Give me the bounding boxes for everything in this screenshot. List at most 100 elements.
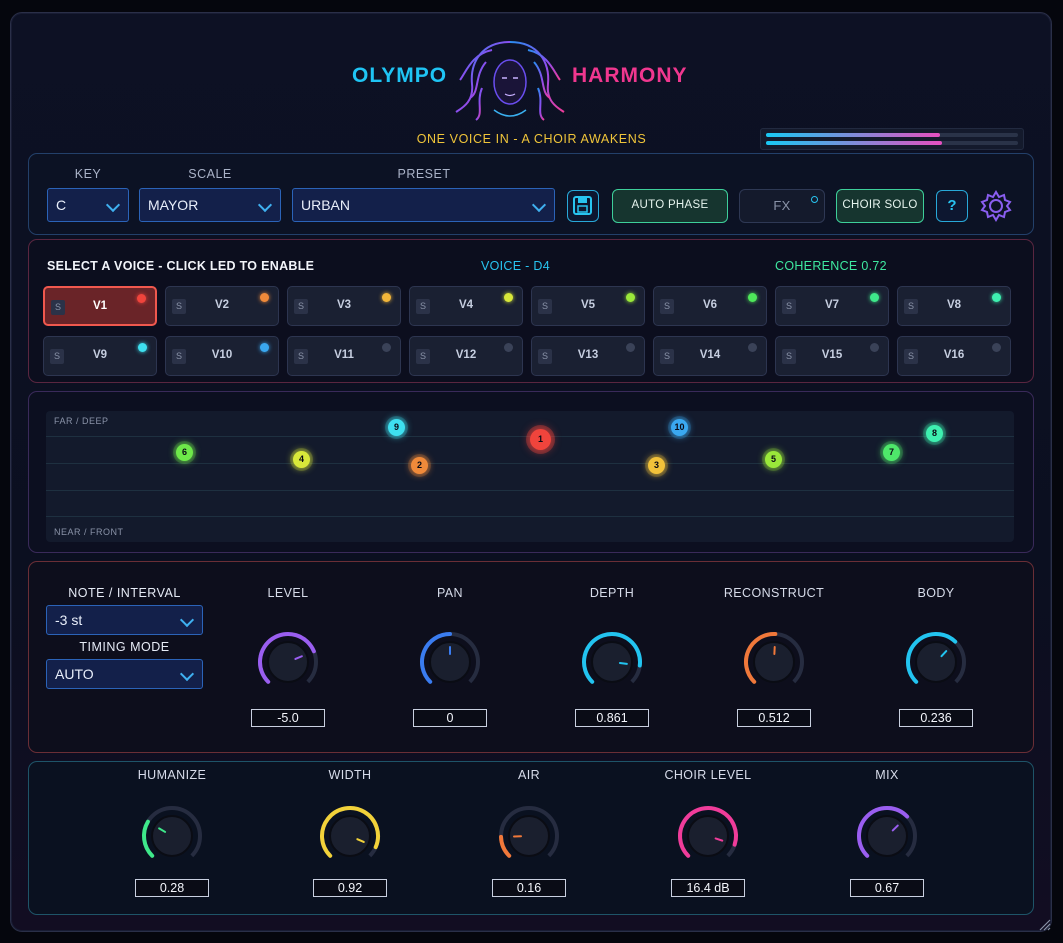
voice-button-v11[interactable]: S V11 (287, 336, 401, 376)
voice-enable-led[interactable] (504, 293, 513, 302)
reconstruct-knob[interactable] (742, 630, 806, 694)
knob-label: HUMANIZE (137, 768, 207, 782)
timing-mode-label: TIMING MODE (79, 640, 170, 654)
knob-value-field[interactable]: 16.4 dB (671, 879, 745, 897)
voice-enable-led[interactable] (626, 343, 635, 352)
width-knob[interactable] (318, 804, 382, 868)
voice-position-dot[interactable]: 8 (926, 425, 943, 442)
fx-led[interactable] (811, 196, 818, 203)
voice-position-dot[interactable]: 5 (765, 451, 782, 468)
choir-level-knob[interactable] (676, 804, 740, 868)
voice-enable-led[interactable] (870, 293, 879, 302)
note-interval-label: NOTE / INTERVAL (68, 586, 181, 600)
resize-handle-icon[interactable] (1038, 918, 1052, 932)
knob-label: PAN (437, 586, 463, 600)
voice-position-dot[interactable]: 3 (648, 457, 665, 474)
air-knob[interactable] (497, 804, 561, 868)
voice-stage[interactable]: FAR / DEEP NEAR / FRONT 1 2 3 4 5 6 7 8 9 10 (46, 411, 1014, 542)
knob-value-field[interactable]: 0.512 (737, 709, 811, 727)
choir-solo-button[interactable]: CHOIR SOLO (836, 189, 924, 223)
knob-value-field[interactable]: 0.67 (850, 879, 924, 897)
level-knob[interactable] (256, 630, 320, 694)
voice-enable-led[interactable] (260, 293, 269, 302)
voice-enable-led[interactable] (992, 343, 1001, 352)
preset-value: URBAN (301, 197, 351, 213)
far-deep-label: FAR / DEEP (54, 416, 109, 426)
voice-enable-led[interactable] (870, 343, 879, 352)
voice-enable-led[interactable] (748, 343, 757, 352)
voice-button-v1[interactable]: S V1 (43, 286, 157, 326)
knob-value-field[interactable]: 0.92 (313, 879, 387, 897)
voice-position-dot[interactable]: 4 (293, 451, 310, 468)
voice-button-v12[interactable]: S V12 (409, 336, 523, 376)
knob-label: CHOIR LEVEL (664, 768, 752, 782)
settings-gear-icon[interactable] (979, 189, 1013, 223)
knob-value-field[interactable]: 0.236 (899, 709, 973, 727)
knob-value-field[interactable]: 0 (413, 709, 487, 727)
help-button[interactable]: ? (936, 190, 968, 222)
note-interval-select[interactable]: -3 st (46, 605, 203, 635)
chevron-down-icon (257, 197, 273, 213)
body-knob[interactable] (904, 630, 968, 694)
key-select[interactable]: C (47, 188, 129, 222)
voice-position-dot[interactable]: 6 (176, 444, 193, 461)
medusa-logo (455, 41, 565, 121)
voice-enable-led[interactable] (626, 293, 635, 302)
near-front-label: NEAR / FRONT (54, 527, 124, 537)
voice-position-dot[interactable]: 7 (883, 444, 900, 461)
voice-instruction: SELECT A VOICE - CLICK LED TO ENABLE (47, 259, 315, 273)
voice-enable-led[interactable] (137, 294, 146, 303)
voice-position-dot[interactable]: 2 (411, 457, 428, 474)
auto-phase-button[interactable]: AUTO PHASE (612, 189, 728, 223)
voice-enable-led[interactable] (504, 343, 513, 352)
voice-button-v4[interactable]: S V4 (409, 286, 523, 326)
voice-enable-led[interactable] (260, 343, 269, 352)
voice-button-v9[interactable]: S V9 (43, 336, 157, 376)
voice-enable-led[interactable] (992, 293, 1001, 302)
voice-button-v15[interactable]: S V15 (775, 336, 889, 376)
voice-enable-led[interactable] (138, 343, 147, 352)
knob-value-field[interactable]: -5.0 (251, 709, 325, 727)
key-value: C (56, 197, 67, 213)
voice-button-v14[interactable]: S V14 (653, 336, 767, 376)
knob-value-field[interactable]: 0.28 (135, 879, 209, 897)
knob-value-field[interactable]: 0.861 (575, 709, 649, 727)
knob-value-field[interactable]: 0.16 (492, 879, 566, 897)
scale-value: MAYOR (148, 197, 199, 213)
voice-button-v13[interactable]: S V13 (531, 336, 645, 376)
title-left: OLYMPO (352, 64, 448, 87)
voice-enable-led[interactable] (382, 293, 391, 302)
knob-label: RECONSTRUCT (723, 586, 825, 600)
voice-button-v6[interactable]: S V6 (653, 286, 767, 326)
humanize-knob[interactable] (140, 804, 204, 868)
voice-button-v7[interactable]: S V7 (775, 286, 889, 326)
meter-right (766, 141, 1018, 145)
voice-enable-led[interactable] (382, 343, 391, 352)
scale-label: SCALE (188, 167, 232, 181)
save-preset-button[interactable] (567, 190, 599, 222)
fx-button[interactable]: FX (739, 189, 825, 223)
voice-button-v5[interactable]: S V5 (531, 286, 645, 326)
voice-button-v8[interactable]: S V8 (897, 286, 1011, 326)
voice-button-v10[interactable]: S V10 (165, 336, 279, 376)
chevron-down-icon (531, 197, 547, 213)
voice-button-v16[interactable]: S V16 (897, 336, 1011, 376)
voice-button-v3[interactable]: S V3 (287, 286, 401, 326)
pan-knob[interactable] (418, 630, 482, 694)
grid-line (46, 516, 1014, 517)
depth-knob[interactable] (580, 630, 644, 694)
chevron-down-icon (179, 612, 195, 628)
voice-enable-led[interactable] (748, 293, 757, 302)
voice-position-dot[interactable]: 10 (671, 419, 688, 436)
timing-mode-value: AUTO (55, 666, 94, 682)
timing-mode-select[interactable]: AUTO (46, 659, 203, 689)
preset-select[interactable]: URBAN (292, 188, 555, 222)
voice-button-v2[interactable]: S V2 (165, 286, 279, 326)
note-interval-value: -3 st (55, 612, 83, 628)
voice-position-dot[interactable]: 1 (530, 429, 551, 450)
knob-label: WIDTH (328, 768, 372, 782)
voice-position-dot[interactable]: 9 (388, 419, 405, 436)
save-icon (573, 196, 592, 215)
mix-knob[interactable] (855, 804, 919, 868)
scale-select[interactable]: MAYOR (139, 188, 281, 222)
